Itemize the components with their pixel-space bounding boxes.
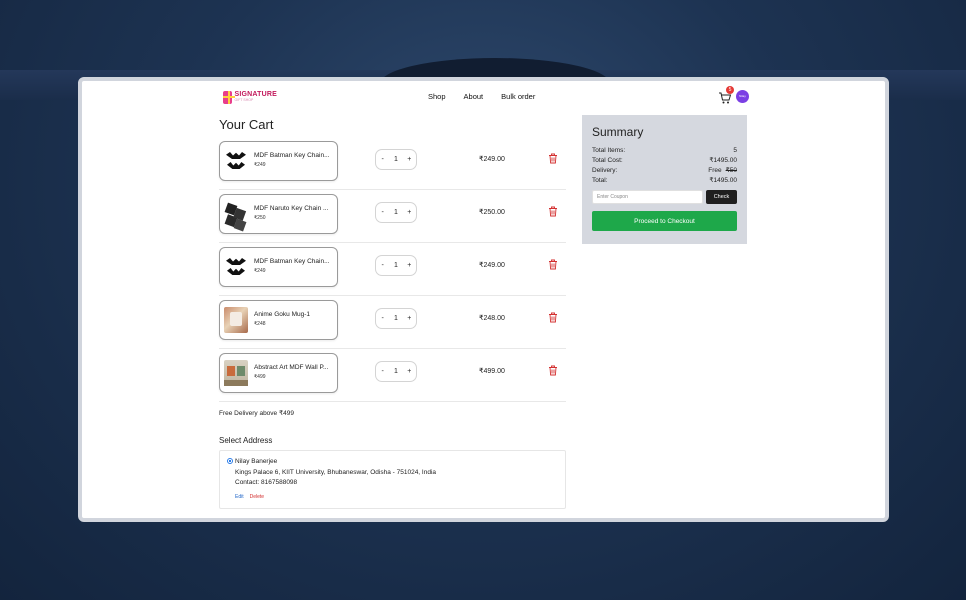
check-coupon-button[interactable]: Check [706,190,737,204]
nav-about[interactable]: About [464,92,484,101]
product-price: ₹249 [254,162,266,168]
product-name: MDF Batman Key Chain... [254,152,330,159]
decrement-button[interactable]: - [377,156,389,163]
line-total: ₹248.00 [479,315,505,322]
browser-window: SIGNATURE GIFT SHOP Shop About Bulk orde… [78,77,889,522]
trash-icon[interactable] [548,206,558,217]
avatar[interactable]: Nilay [736,90,749,103]
cart-item: MDF Naruto Key Chain ... ₹250 - 1 + ₹250… [219,190,566,243]
summary-delivery: Delivery: Free ₹50 [592,166,737,176]
cart-title: Your Cart [219,117,274,132]
product-name: Abstract Art MDF Wall P... [254,364,329,371]
cart-list: MDF Batman Key Chain... ₹249 - 1 + ₹249.… [219,137,566,402]
proceed-to-checkout-button[interactable]: Proceed to Checkout [592,211,737,231]
quantity-value: 1 [394,209,398,216]
product-name: Anime Goku Mug-1 [254,311,310,318]
product-image [224,148,248,174]
line-total: ₹499.00 [479,368,505,375]
logo-subtext: GIFT SHOP [234,98,254,103]
product-card[interactable]: MDF Batman Key Chain... ₹249 [219,141,338,181]
increment-button[interactable]: + [403,315,415,322]
address-actions: Edit Delete [235,494,264,500]
trash-icon[interactable] [548,312,558,323]
quantity-value: 1 [394,368,398,375]
trash-icon[interactable] [548,153,558,164]
increment-button[interactable]: + [403,156,415,163]
summary-total-items: Total Items: 5 [592,146,737,156]
address-contact: Contact: 8167588098 [235,479,298,486]
quantity-stepper: - 1 + [375,202,417,223]
quantity-value: 1 [394,156,398,163]
quantity-stepper: - 1 + [375,361,417,382]
summary-label: Total Items: [592,147,626,154]
decrement-button[interactable]: - [377,262,389,269]
quantity-stepper: - 1 + [375,149,417,170]
delivery-original-price: ₹50 [725,167,737,174]
cart-item: Anime Goku Mug-1 ₹248 - 1 + ₹248.00 [219,296,566,349]
delete-address-link[interactable]: Delete [250,494,264,500]
coupon-form: Check [592,190,737,204]
product-card[interactable]: Abstract Art MDF Wall P... ₹499 [219,353,338,393]
cart-item: MDF Batman Key Chain... ₹249 - 1 + ₹249.… [219,243,566,296]
summary-value: ₹1495.00 [709,157,737,164]
edit-address-link[interactable]: Edit [235,494,244,500]
trash-icon[interactable] [548,259,558,270]
quantity-stepper: - 1 + [375,308,417,329]
summary-value: 5 [733,147,737,154]
trash-icon[interactable] [548,365,558,376]
nav-links: Shop About Bulk order [428,92,535,101]
product-price: ₹249 [254,268,266,274]
summary-label: Total: [592,177,608,184]
line-total: ₹250.00 [479,209,505,216]
product-card[interactable]: Anime Goku Mug-1 ₹248 [219,300,338,340]
product-name: MDF Batman Key Chain... [254,258,330,265]
quantity-stepper: - 1 + [375,255,417,276]
increment-button[interactable]: + [403,209,415,216]
delivery-free: Free [708,167,722,174]
quantity-value: 1 [394,262,398,269]
summary-value: ₹1495.00 [709,177,737,184]
site-logo[interactable]: SIGNATURE GIFT SHOP [223,88,277,106]
navbar: SIGNATURE GIFT SHOP Shop About Bulk orde… [82,81,885,117]
coupon-input[interactable] [592,190,703,204]
address-card[interactable]: Nilay Banerjee Kings Palace 6, KIIT Univ… [219,450,566,509]
summary-label: Delivery: [592,167,618,174]
free-delivery-note: Free Delivery above ₹499 [219,410,294,417]
line-total: ₹249.00 [479,156,505,163]
line-total: ₹249.00 [479,262,505,269]
product-price: ₹248 [254,321,266,327]
increment-button[interactable]: + [403,262,415,269]
product-card[interactable]: MDF Batman Key Chain... ₹249 [219,247,338,287]
summary-label: Total Cost: [592,157,623,164]
address-line: Kings Palace 6, KIIT University, Bhubane… [235,469,437,476]
nav-shop[interactable]: Shop [428,92,446,101]
product-image [224,254,248,280]
increment-button[interactable]: + [403,368,415,375]
summary-title: Summary [592,125,644,139]
product-image [224,307,248,333]
address-name: Nilay Banerjee [235,458,278,465]
cart-item: Abstract Art MDF Wall P... ₹499 - 1 + ₹4… [219,349,566,402]
order-summary: Summary Total Items: 5 Total Cost: ₹1495… [582,115,747,244]
summary-total-cost: Total Cost: ₹1495.00 [592,156,737,166]
product-image [224,360,248,386]
logo-text: SIGNATURE [234,91,277,99]
product-card[interactable]: MDF Naruto Key Chain ... ₹250 [219,194,338,234]
decrement-button[interactable]: - [377,209,389,216]
decrement-button[interactable]: - [377,368,389,375]
nav-bulk-order[interactable]: Bulk order [501,92,535,101]
product-name: MDF Naruto Key Chain ... [254,205,329,212]
summary-total: Total: ₹1495.00 [592,176,737,186]
cart-count-badge: 5 [726,86,734,94]
gift-icon [223,90,236,104]
product-price: ₹250 [254,215,266,221]
product-price: ₹499 [254,374,266,380]
cart-item: MDF Batman Key Chain... ₹249 - 1 + ₹249.… [219,137,566,190]
quantity-value: 1 [394,315,398,322]
address-title: Select Address [219,436,273,445]
product-image [224,201,248,227]
address-radio[interactable] [227,458,233,464]
decrement-button[interactable]: - [377,315,389,322]
